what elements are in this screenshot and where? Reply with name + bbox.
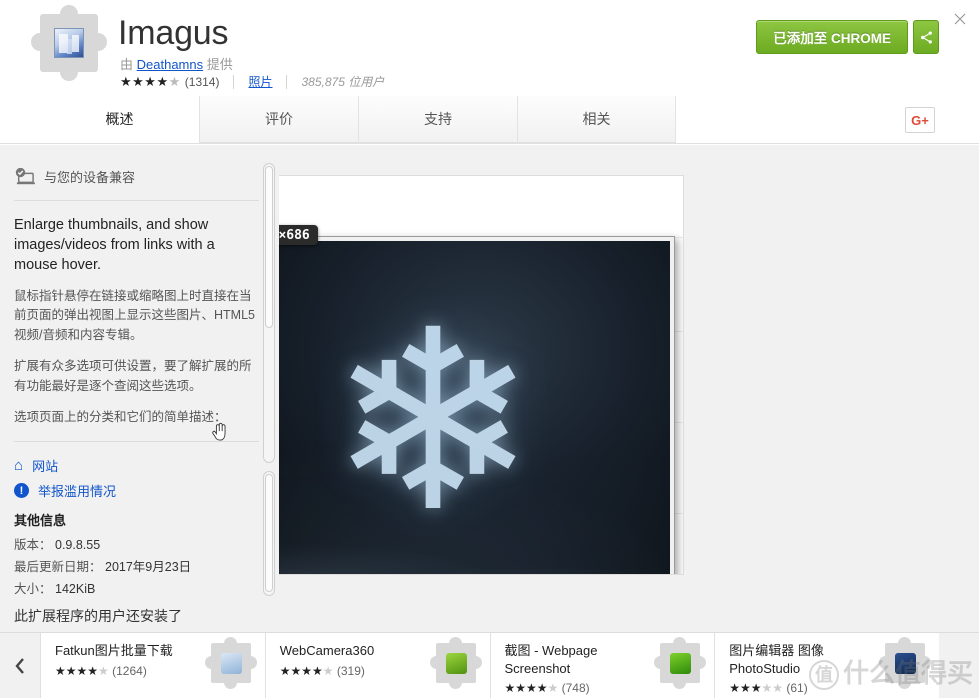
description-chinese-3: 选项页面上的分类和它们的简单描述： (14, 409, 227, 424)
size-row: 大小： 142KiB (14, 578, 259, 597)
meta-divider-2 (286, 74, 288, 89)
screenshot-icon (670, 653, 692, 674)
extension-author: 由 Deathamns 提供 (120, 54, 233, 73)
updated-label: 最后更新日期： (14, 560, 102, 575)
related-prev-button[interactable] (0, 633, 40, 698)
stars-half: ★ (168, 73, 181, 89)
stars-empty: ★★ (761, 681, 784, 696)
extension-detail-page: Imagus 由 Deathamns 提供 ★★★★★ (1314) 照片 38… (0, 0, 979, 698)
size-value: 142KiB (55, 582, 96, 597)
sidebar-scrollbar-thumb-bottom[interactable] (265, 474, 273, 592)
stars-empty: ★ (547, 681, 559, 696)
category-link[interactable]: 照片 (248, 73, 272, 90)
related-extensions-strip: Fatkun图片批量下载 ★★★★★ (1264) WebCamera360 ★… (0, 632, 979, 698)
abuse-row[interactable]: ! 举报滥用情况 (14, 481, 259, 500)
related-card[interactable]: Fatkun图片批量下载 ★★★★★ (1264) (40, 633, 265, 698)
home-icon: ⌂ (14, 457, 24, 475)
related-card[interactable]: WebCamera360 ★★★★★ (319) (264, 633, 490, 698)
related-card[interactable]: 截图 - Webpage Screenshot ★★★★★ (748) (489, 633, 715, 698)
version-row: 版本： 0.9.8.55 (14, 534, 259, 553)
related-rating-count: (319) (336, 663, 365, 678)
stars-filled: ★★★★ (120, 73, 169, 89)
description-english: Enlarge thumbnails, and show images/vide… (14, 217, 215, 273)
website-row[interactable]: ⌂ 网站 (14, 456, 259, 475)
share-icon (920, 31, 932, 43)
extension-icon (31, 5, 107, 81)
author-link[interactable]: Deathamns (137, 57, 203, 72)
stars-empty: ★ (322, 663, 334, 678)
user-count: 385,875 位用户 (301, 75, 385, 89)
report-abuse-link[interactable]: 举报滥用情况 (38, 481, 116, 500)
compatibility-row: 与您的设备兼容 (14, 167, 259, 186)
photo-studio-icon (895, 653, 916, 674)
version-value: 0.9.8.55 (55, 538, 101, 553)
webcam-icon (445, 653, 467, 674)
author-suffix: 提供 (206, 57, 233, 72)
chevron-left-icon (15, 657, 24, 674)
close-icon (954, 13, 966, 25)
author-prefix: 由 (120, 57, 134, 72)
related-rating-count: (61) (786, 681, 808, 696)
tab-support[interactable]: 支持 (358, 96, 517, 143)
version-label: 版本： (14, 538, 52, 553)
updated-row: 最后更新日期： 2017年9月23日 (14, 556, 259, 575)
rating-stars: ★★★★★ (120, 74, 181, 90)
tab-bar: 概述 评价 支持 相关 G+ (0, 96, 979, 144)
description-chinese-1: 鼠标指针悬停在链接或缩略图上时直接在当前页面的弹出视图上显示这些图片、HTML5… (14, 289, 255, 342)
tab-related[interactable]: 相关 (517, 96, 676, 143)
compatible-device-icon (14, 167, 36, 186)
size-label: 大小： (14, 582, 52, 597)
main-content: 0 Snowf (imgur.c ▶₊ sub 5 c (0, 145, 979, 600)
info-sidebar: 与您的设备兼容 Enlarge thumbnails, and show ima… (0, 145, 279, 600)
puzzle-piece-icon (31, 5, 107, 81)
tab-overview[interactable]: 概述 (40, 96, 199, 143)
updated-value: 2017年9月23日 (105, 560, 192, 575)
tab-reviews[interactable]: 评价 (199, 96, 358, 143)
compatibility-label: 与您的设备兼容 (44, 170, 136, 185)
stars-filled: ★★★★ (504, 681, 548, 696)
additional-info-heading: 其他信息 (14, 513, 67, 529)
related-card[interactable]: 图片编辑器 图像 PhotoStudio ★★★★★ (61) (714, 633, 939, 698)
close-button[interactable] (951, 10, 969, 28)
sidebar-scrollbar-thumb-top[interactable] (265, 166, 273, 328)
rating-count: (1314) (184, 74, 220, 89)
add-to-chrome-button[interactable]: 已添加至 CHROME (756, 20, 908, 54)
related-rating-count: (748) (561, 681, 590, 696)
sidebar-scrollbar-top[interactable] (263, 163, 275, 463)
meta-divider-1 (233, 74, 235, 89)
stars-filled: ★★★★ (279, 663, 323, 678)
share-button[interactable] (913, 20, 939, 54)
report-abuse-icon: ! (14, 483, 29, 499)
stars-empty: ★ (98, 663, 109, 678)
page-title: Imagus (118, 14, 229, 52)
related-icon (204, 637, 257, 689)
website-link[interactable]: 网站 (32, 456, 58, 475)
related-icon (879, 637, 931, 689)
sidebar-scrollbar-bottom[interactable] (263, 471, 275, 596)
sidebar-links: ⌂ 网站 ! 举报滥用情况 (14, 456, 259, 500)
sidebar-divider-1 (14, 200, 259, 201)
extension-meta: ★★★★★ (1314) 照片 385,875 位用户 (120, 73, 384, 90)
google-plus-button[interactable]: G+ (905, 107, 935, 133)
sidebar-divider-2 (14, 441, 259, 443)
description-chinese-2: 扩展有众多选项可供设置，要了解扩展的所有功能最好是逐个查阅这些选项。 (14, 359, 252, 393)
stars-filled: ★★★★ (55, 663, 99, 678)
related-icon (654, 637, 707, 689)
related-rating-count: (1264) (112, 663, 147, 678)
download-images-icon (220, 653, 242, 674)
related-icon (429, 637, 482, 689)
related-heading: 此扩展程序的用户还安装了 (0, 600, 979, 632)
related-next-button[interactable] (939, 633, 979, 698)
stars-filled: ★★★ (729, 681, 762, 696)
page-header: Imagus 由 Deathamns 提供 ★★★★★ (1314) 照片 38… (0, 0, 979, 96)
